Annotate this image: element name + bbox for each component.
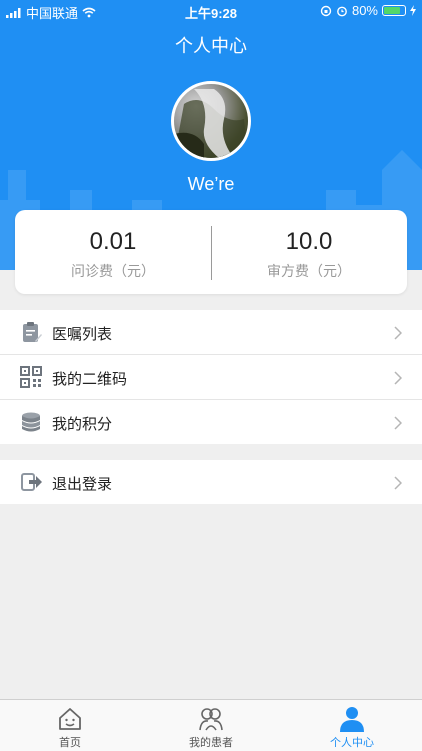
menu-label-points: 我的积分 xyxy=(52,416,113,433)
avatar[interactable] xyxy=(171,81,251,161)
menu-label-qrcode: 我的二维码 xyxy=(52,371,128,388)
alarm-icon xyxy=(337,6,347,16)
tab-label-profile: 个人中心 xyxy=(330,737,374,749)
rotation-lock-icon xyxy=(320,5,332,16)
menu-item-qrcode[interactable]: 我的二维码 xyxy=(0,355,422,400)
logout-icon xyxy=(21,473,42,491)
logout-button[interactable]: 退出登录 xyxy=(0,460,422,504)
qr-code-icon xyxy=(20,366,42,388)
clipboard-icon xyxy=(23,322,42,342)
page-title: 个人中心 xyxy=(175,36,247,56)
menu-list: 医嘱列表 我的二维码 我的积分 xyxy=(0,310,422,444)
review-fee: 10.0 审方费（元） xyxy=(211,210,407,294)
fee-card: 0.01 问诊费（元） 10.0 审方费（元） xyxy=(15,210,407,294)
status-bar: 中国联通 上午9:28 80% xyxy=(0,0,422,22)
tab-profile[interactable]: 个人中心 xyxy=(282,700,422,751)
person-icon xyxy=(340,707,364,732)
consultation-fee-value: 0.01 xyxy=(89,228,137,255)
coins-icon xyxy=(22,412,40,432)
tab-bar: 首页 我的患者 个人中心 xyxy=(0,699,422,751)
chevron-right-icon xyxy=(394,326,402,340)
logout-section: 退出登录 xyxy=(0,460,422,504)
tab-patients[interactable]: 我的患者 xyxy=(141,700,281,751)
menu-label-orders: 医嘱列表 xyxy=(52,326,113,343)
consultation-fee: 0.01 问诊费（元） xyxy=(15,210,211,294)
menu-item-orders[interactable]: 医嘱列表 xyxy=(0,310,422,355)
chevron-right-icon xyxy=(394,476,402,490)
chevron-right-icon xyxy=(394,416,402,430)
avatar-image xyxy=(174,89,248,158)
username: We’re xyxy=(187,174,235,194)
logout-label: 退出登录 xyxy=(52,476,113,493)
tab-home[interactable]: 首页 xyxy=(0,700,140,751)
charging-icon xyxy=(410,5,416,16)
tab-label-home: 首页 xyxy=(59,737,81,749)
consultation-fee-label: 问诊费（元） xyxy=(71,263,155,279)
battery-icon xyxy=(382,5,406,16)
chevron-right-icon xyxy=(394,371,402,385)
tab-label-patients: 我的患者 xyxy=(189,737,233,749)
menu-item-points[interactable]: 我的积分 xyxy=(0,400,422,444)
battery-percent: 80% xyxy=(351,3,378,18)
review-fee-label: 审方费（元） xyxy=(267,263,351,279)
battery-level xyxy=(384,7,400,14)
patients-icon xyxy=(199,708,223,731)
home-icon xyxy=(59,708,81,730)
review-fee-value: 10.0 xyxy=(285,228,333,255)
